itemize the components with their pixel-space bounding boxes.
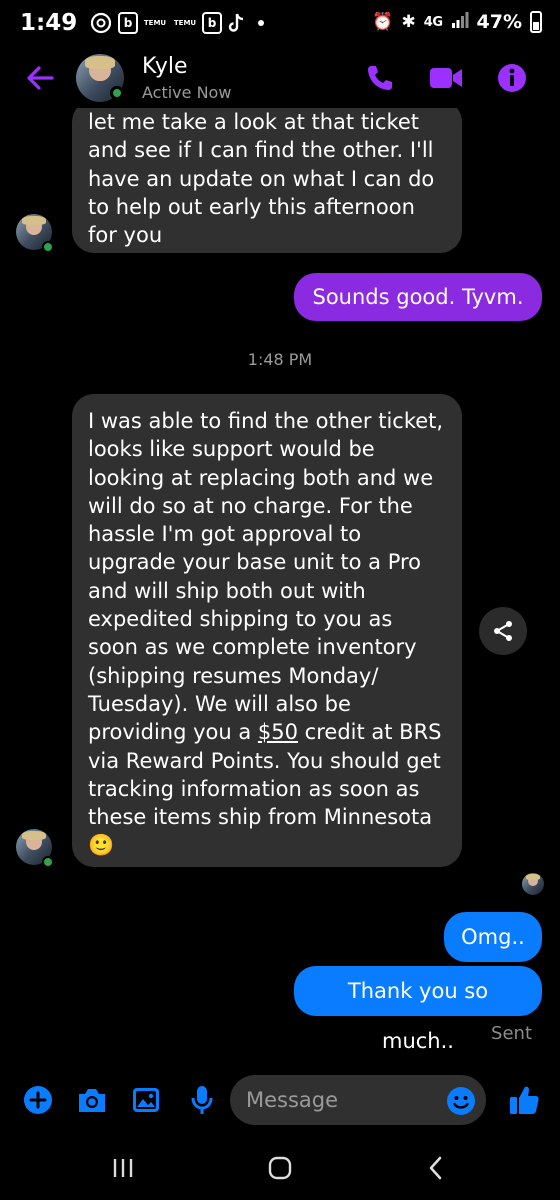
battery-percent: 47% xyxy=(476,11,522,33)
incoming-message-bubble[interactable]: I was able to find the other ticket, loo… xyxy=(72,394,462,867)
alarm-icon: ⏰ xyxy=(372,12,394,32)
emoji-icon xyxy=(447,1087,475,1115)
threads-icon xyxy=(88,12,114,34)
amount-link[interactable]: $50 xyxy=(258,720,298,744)
message-line: looks like support would be xyxy=(88,437,375,462)
status-bar: 1:49 b TEMU TEMU b ⏰ ✱ 4G 47% xyxy=(0,0,560,48)
incoming-message-bubble[interactable]: let me take a look at that ticket and se… xyxy=(72,108,462,253)
like-button[interactable] xyxy=(506,1082,542,1118)
share-icon xyxy=(494,621,512,641)
message-line: I was able to find the other ticket, xyxy=(88,409,444,433)
voice-button[interactable] xyxy=(184,1082,220,1118)
back-nav-button[interactable] xyxy=(416,1153,456,1183)
temu-icon-2: TEMU xyxy=(173,19,197,27)
message-line: and see if I can find the other. I'll xyxy=(88,138,434,163)
status-time: 1:49 xyxy=(20,10,78,36)
system-navigation-bar xyxy=(0,1135,560,1200)
message-line: providing you a $50 credit at BRS xyxy=(88,718,446,746)
message-line: tracking information as soon as xyxy=(88,776,420,801)
camera-icon xyxy=(79,1089,105,1112)
bluetooth-icon: ✱ xyxy=(401,12,416,32)
message-text: Omg.. xyxy=(461,925,525,949)
active-status-dot xyxy=(42,241,54,253)
active-status-dot xyxy=(42,856,54,868)
message-line: (shipping resumes Monday/ xyxy=(88,663,379,688)
thumbs-up-icon xyxy=(510,1086,539,1114)
message-line: hassle I'm got approval to xyxy=(88,522,362,547)
conversation-header: Kyle Active Now xyxy=(0,48,560,108)
message-line: will do so at no charge. For the xyxy=(88,493,413,518)
share-button[interactable] xyxy=(479,607,527,655)
network-type: 4G xyxy=(423,14,443,30)
message-line: for you xyxy=(88,223,163,248)
image-icon xyxy=(133,1088,159,1112)
recents-button[interactable] xyxy=(103,1153,143,1183)
outgoing-message-bubble[interactable]: Sounds good. Tyvm. xyxy=(294,273,542,321)
message-text: Sounds good. Tyvm. xyxy=(312,285,524,309)
microphone-icon xyxy=(191,1086,213,1114)
video-call-button[interactable] xyxy=(428,60,464,96)
plus-icon xyxy=(24,1086,52,1114)
signal-icon xyxy=(451,11,469,33)
more-notifications-dot xyxy=(258,20,264,26)
message-text: providing you a xyxy=(88,720,258,745)
home-icon xyxy=(268,1156,292,1180)
contact-name[interactable]: Kyle xyxy=(142,54,188,79)
temu-icon: TEMU xyxy=(143,19,167,27)
battery-icon xyxy=(530,11,542,33)
b-app-icon: b xyxy=(118,12,138,34)
message-line: via Reward Points. You should get xyxy=(88,748,441,773)
info-button[interactable] xyxy=(494,60,530,96)
audio-call-button[interactable] xyxy=(362,60,398,96)
camera-button[interactable] xyxy=(74,1082,110,1118)
system-icons: ⏰ ✱ 4G 47% xyxy=(372,11,542,33)
message-line: looking at replacing both and we xyxy=(88,465,434,490)
message-line: these items ship from Minnesota xyxy=(88,805,433,830)
phone-icon xyxy=(368,66,392,90)
info-icon xyxy=(498,64,526,92)
message-line: to help out early this afternoon xyxy=(88,194,415,219)
recents-icon xyxy=(113,1159,133,1177)
back-button[interactable] xyxy=(22,60,58,96)
message-text: Thank you so much.. xyxy=(347,979,489,1053)
back-icon xyxy=(429,1156,442,1180)
contact-status: Active Now xyxy=(142,83,232,102)
notification-icons: b TEMU TEMU b xyxy=(88,12,264,34)
home-button[interactable] xyxy=(260,1153,300,1183)
gallery-button[interactable] xyxy=(128,1082,164,1118)
b-app-icon-2: b xyxy=(202,12,222,34)
message-line: Tuesday). We will also be xyxy=(88,691,351,716)
outgoing-message-bubble[interactable]: Thank you so much.. xyxy=(294,966,542,1053)
message-list[interactable]: let me take a look at that ticket and se… xyxy=(0,108,560,1058)
message-line: soon as we complete inventory xyxy=(88,635,417,660)
arrow-left-icon xyxy=(27,66,54,90)
emoji-button[interactable] xyxy=(446,1086,476,1116)
delivery-status: Sent xyxy=(491,1023,532,1044)
active-status-dot xyxy=(110,86,124,100)
smile-emoji: 🙂 xyxy=(88,833,115,858)
message-timestamp: 1:48 PM xyxy=(247,350,313,369)
message-composer xyxy=(0,1070,560,1130)
video-icon xyxy=(430,68,462,88)
tiktok-icon xyxy=(226,12,248,34)
seen-by-avatar xyxy=(522,873,544,895)
message-text: credit at BRS xyxy=(298,720,442,745)
message-line: upgrade your base unit to a Pro xyxy=(88,550,422,575)
outgoing-message-bubble[interactable]: Omg.. xyxy=(444,912,542,962)
message-line: have an update on what I can do xyxy=(88,166,435,191)
more-actions-button[interactable] xyxy=(20,1082,56,1118)
message-line: let me take a look at that ticket xyxy=(88,110,420,134)
message-line: and will ship both out with xyxy=(88,578,366,603)
message-line: expedited shipping to you as xyxy=(88,607,393,632)
